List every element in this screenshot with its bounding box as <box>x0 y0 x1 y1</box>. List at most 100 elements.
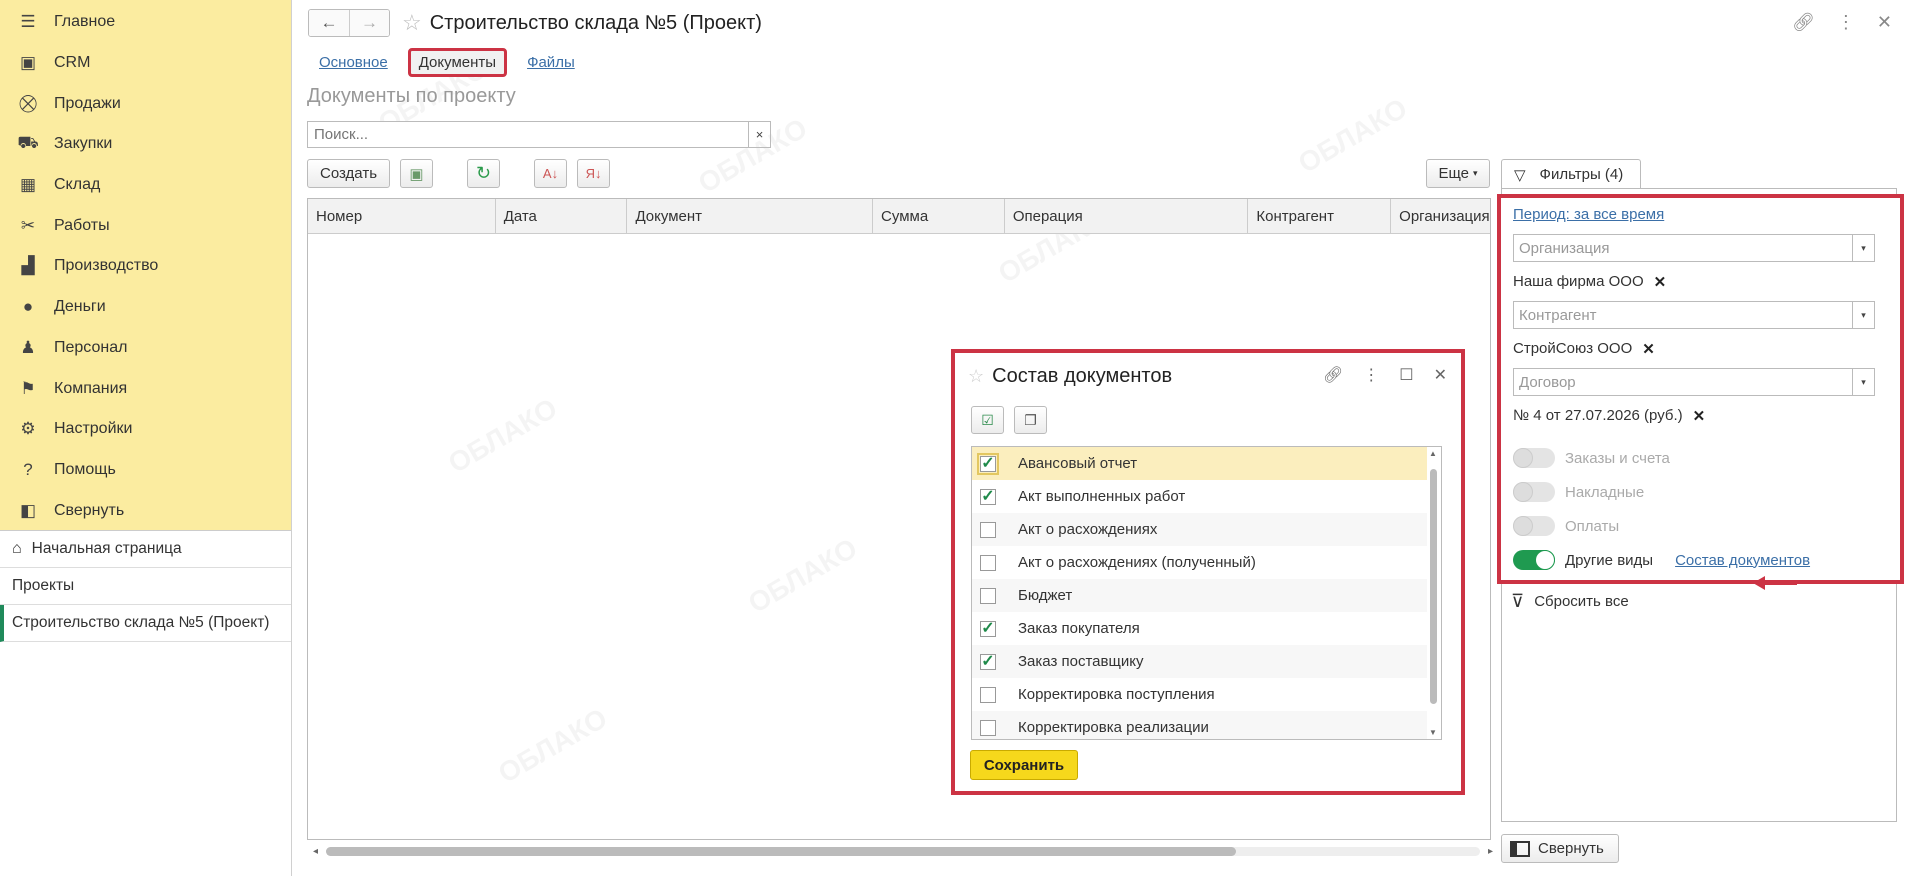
sidebar-item-collapse[interactable]: ◧ Свернуть <box>0 490 291 531</box>
remove-icon[interactable]: ✕ <box>1654 273 1667 291</box>
tab-files[interactable]: Файлы <box>521 50 581 75</box>
period-link[interactable]: Период: за все время <box>1513 204 1890 234</box>
toggle-payments[interactable]: Оплаты <box>1513 509 1890 543</box>
uncheck-all-button[interactable]: ❐ <box>1014 406 1047 434</box>
list-item[interactable]: ✓ Акт выполненных работ <box>972 480 1427 513</box>
collapse-filters-button[interactable]: Свернуть <box>1501 834 1619 863</box>
sidebar-item-settings[interactable]: ⚙ Настройки <box>0 409 291 450</box>
sort-asc-button[interactable]: A↓ <box>534 159 568 188</box>
checkbox[interactable] <box>980 686 996 703</box>
back-button[interactable]: ← <box>309 10 349 36</box>
checkbox[interactable] <box>980 554 996 571</box>
more-button[interactable]: Еще ▾ <box>1426 159 1490 188</box>
checkbox[interactable]: ✓ <box>977 452 999 475</box>
scroll-right-icon[interactable]: ▸ <box>1488 846 1493 857</box>
column-header[interactable]: Дата <box>496 199 628 233</box>
more-vertical-icon[interactable]: ⋮ <box>1837 12 1855 33</box>
column-header[interactable]: Операция <box>1005 199 1249 233</box>
scroll-thumb[interactable] <box>1430 469 1437 704</box>
contract-value: № 4 от 27.07.2026 (руб.) ✕ <box>1513 396 1890 435</box>
link-icon[interactable]: 🔗︎ <box>1792 12 1815 33</box>
docs-composition-link[interactable]: Состав документов <box>1675 552 1810 569</box>
uncheck-all-icon: ❐ <box>1024 411 1037 428</box>
close-icon[interactable]: ✕ <box>1434 365 1447 385</box>
toggle-invoices[interactable]: Накладные <box>1513 475 1890 509</box>
check-all-button[interactable]: ☑ <box>971 406 1004 434</box>
sidebar-item-help[interactable]: ? Помощь <box>0 450 291 491</box>
favorite-star-icon[interactable]: ☆ <box>402 10 422 36</box>
scroll-up-icon[interactable]: ▲ <box>1429 449 1437 458</box>
remove-icon[interactable]: ✕ <box>1642 340 1655 358</box>
toggle-switch[interactable] <box>1513 482 1555 502</box>
list-item[interactable]: ✓ Заказ поставщику <box>972 645 1427 678</box>
close-icon[interactable]: ✕ <box>1877 12 1892 33</box>
checkbox[interactable] <box>980 521 996 538</box>
list-item[interactable]: Акт о расхождениях <box>972 513 1427 546</box>
scroll-track[interactable] <box>326 846 1480 856</box>
dropdown-icon[interactable]: ▾ <box>1852 235 1874 261</box>
sidebar-item-company[interactable]: ⚑ Компания <box>0 368 291 409</box>
sidebar-item-crm[interactable]: ▣ CRM <box>0 43 291 84</box>
copy-doc-button[interactable]: ▣ <box>400 159 434 188</box>
horizontal-scrollbar[interactable]: ◂ ▸ <box>313 845 1493 857</box>
list-item[interactable]: ✓ Заказ покупателя <box>972 612 1427 645</box>
toggle-switch[interactable] <box>1513 550 1555 570</box>
nav-projects[interactable]: Проекты <box>0 568 291 605</box>
scroll-down-icon[interactable]: ▼ <box>1429 728 1437 737</box>
sidebar-item-purchases[interactable]: ⛟ Закупки <box>0 124 291 165</box>
column-header[interactable]: Сумма <box>873 199 1005 233</box>
sidebar-item-sales[interactable]: ⛒ Продажи <box>0 83 291 124</box>
toggle-switch[interactable] <box>1513 448 1555 468</box>
list-item[interactable]: Акт о расхождениях (полученный) <box>972 546 1427 579</box>
scroll-thumb[interactable] <box>326 846 1237 856</box>
refresh-button[interactable]: ↻ <box>467 159 501 188</box>
sort-desc-button[interactable]: Я↓ <box>577 159 611 188</box>
toggle-orders[interactable]: Заказы и счета <box>1513 441 1890 475</box>
toggle-other[interactable]: Другие виды Состав документов <box>1513 543 1890 577</box>
column-header[interactable]: Документ <box>627 199 874 233</box>
link-icon[interactable]: 🔗︎ <box>1323 365 1343 385</box>
list-item[interactable]: Корректировка поступления <box>972 678 1427 711</box>
sidebar-item-money[interactable]: ● Деньги <box>0 287 291 328</box>
dropdown-icon[interactable]: ▾ <box>1852 369 1874 395</box>
search-input[interactable] <box>308 122 748 147</box>
search-clear-button[interactable]: × <box>748 122 770 147</box>
sidebar-item-works[interactable]: ✂ Работы <box>0 205 291 246</box>
toggle-switch[interactable] <box>1513 516 1555 536</box>
list-item[interactable]: ✓ Авансовый отчет <box>972 447 1427 480</box>
sidebar-item-staff[interactable]: ♟ Персонал <box>0 328 291 369</box>
sidebar-item-main[interactable]: ☰ Главное <box>0 2 291 43</box>
form-tabs: Основное Документы Файлы <box>313 48 581 77</box>
save-button[interactable]: Сохранить <box>970 750 1078 780</box>
checkbox[interactable]: ✓ <box>980 653 996 670</box>
nav-current-project[interactable]: Строительство склада №5 (Проект) <box>0 605 291 642</box>
column-header[interactable]: Контрагент <box>1248 199 1392 233</box>
list-item[interactable]: Бюджет <box>972 579 1427 612</box>
checkbox[interactable]: ✓ <box>980 488 996 505</box>
checkbox[interactable] <box>980 719 996 736</box>
tab-main[interactable]: Основное <box>313 50 394 75</box>
nav-home[interactable]: ⌂ Начальная страница <box>0 531 291 568</box>
vertical-scrollbar[interactable]: ▲ ▼ <box>1429 449 1439 737</box>
more-vertical-icon[interactable]: ⋮ <box>1363 365 1379 385</box>
filters-tab[interactable]: ▽ Фильтры (4) <box>1501 159 1641 189</box>
maximize-icon[interactable]: ☐ <box>1399 365 1413 385</box>
dropdown-icon[interactable]: ▾ <box>1852 302 1874 328</box>
sidebar-item-production[interactable]: ▟ Производство <box>0 246 291 287</box>
sidebar-item-warehouse[interactable]: ▦ Склад <box>0 165 291 206</box>
column-header[interactable]: Номер <box>308 199 496 233</box>
reset-filters[interactable]: ⊽ Сбросить все <box>1511 591 1629 612</box>
organization-select[interactable]: Организация ▾ <box>1513 234 1875 262</box>
list-item[interactable]: Корректировка реализации <box>972 711 1427 739</box>
tab-documents[interactable]: Документы <box>407 48 508 77</box>
remove-icon[interactable]: ✕ <box>1693 407 1706 425</box>
forward-button[interactable]: → <box>349 10 389 36</box>
create-button[interactable]: Создать <box>307 159 391 188</box>
favorite-star-icon[interactable]: ☆ <box>968 366 984 387</box>
contractor-select[interactable]: Контрагент ▾ <box>1513 301 1875 329</box>
checkbox[interactable] <box>980 587 996 604</box>
contract-select[interactable]: Договор ▾ <box>1513 368 1875 396</box>
column-header[interactable]: Организация <box>1391 199 1490 233</box>
checkbox[interactable]: ✓ <box>980 620 996 637</box>
scroll-left-icon[interactable]: ◂ <box>313 846 318 857</box>
